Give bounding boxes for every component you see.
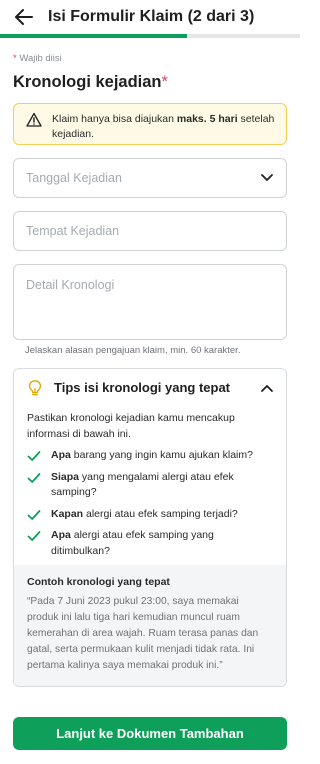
- tips-intro: Pastikan kronologi kejadian kamu mencaku…: [27, 412, 235, 440]
- check-icon: [27, 472, 41, 483]
- alert-text-bold: maks. 5 hari: [176, 113, 238, 125]
- page-title: Isi Formulir Klaim (2 dari 3): [48, 8, 255, 25]
- tip-item-keyword: Apa: [51, 449, 71, 461]
- deadline-alert: Klaim hanya bisa diajukan maks. 5 hari s…: [13, 103, 287, 145]
- tip-item-text: Apa barang yang ingin kamu ajukan klaim?: [51, 448, 253, 464]
- tips-title: Tips isi kronologi yang tepat: [54, 380, 231, 395]
- tip-item-rest: alergi atau efek samping yang ditimbulka…: [51, 529, 214, 557]
- required-note-text: Wajib diisi: [19, 53, 62, 64]
- section-required-star: *: [161, 73, 168, 91]
- tips-checklist: Apa barang yang ingin kamu ajukan klaim?…: [27, 448, 273, 559]
- alert-text: Klaim hanya bisa diajukan maks. 5 hari s…: [52, 112, 278, 142]
- incident-detail-textarea[interactable]: Detail Kronologi: [13, 264, 287, 340]
- tip-item-text: Kapan alergi atau efek samping terjadi?: [51, 507, 238, 523]
- tip-item-keyword: Siapa: [51, 470, 80, 483]
- form-progress-fill: [0, 34, 187, 38]
- required-note: * Wajib diisi: [13, 53, 287, 64]
- section-title: Kronologi kejadian*: [13, 73, 287, 92]
- warning-icon: [26, 112, 42, 127]
- tip-item-rest: barang yang ingin kamu ajukan klaim?: [70, 449, 253, 461]
- form-content: * Wajib diisi Kronologi kejadian* Klaim …: [0, 53, 300, 687]
- tips-panel: Tips isi kronologi yang tepat Pastikan k…: [13, 368, 287, 687]
- tip-item-rest: yang mengalami alergi atau efek samping?: [51, 470, 234, 499]
- check-icon: [27, 531, 41, 541]
- detail-helper-text: Jelaskan alasan pengajuan klaim, min. 60…: [25, 345, 241, 356]
- check-icon: [27, 451, 41, 461]
- incident-detail-placeholder: Detail Kronologi: [26, 278, 115, 292]
- tip-item-text: Apa alergi atau efek samping yang ditimb…: [51, 528, 273, 559]
- incident-date-dropdown[interactable]: Tanggal Kejadian: [13, 158, 287, 198]
- chevron-up-icon: [261, 384, 273, 392]
- tip-item: Kapan alergi atau efek samping terjadi?: [27, 507, 273, 523]
- incident-date-placeholder: Tanggal Kejadian: [26, 171, 122, 185]
- form-progress-bar: [0, 34, 300, 38]
- tip-item: Apa alergi atau efek samping yang ditimb…: [27, 528, 273, 559]
- app-header: Isi Formulir Klaim (2 dari 3): [0, 0, 300, 34]
- arrow-left-icon: [15, 9, 33, 25]
- alert-text-before: Klaim hanya bisa diajukan: [52, 113, 177, 125]
- back-button[interactable]: [14, 7, 34, 27]
- tip-item-keyword: Kapan: [51, 507, 84, 520]
- incident-place-input[interactable]: Tempat Kejadian: [13, 211, 287, 251]
- tip-item-text: Siapa yang mengalami alergi atau efek sa…: [51, 470, 273, 501]
- section-title-text: Kronologi kejadian: [13, 73, 162, 91]
- tip-item-rest: alergi atau efek samping terjadi?: [83, 507, 238, 520]
- tip-item: Apa barang yang ingin kamu ajukan klaim?: [27, 448, 273, 464]
- continue-button[interactable]: Lanjut ke Dokumen Tambahan: [13, 717, 287, 750]
- check-icon: [27, 509, 41, 520]
- tips-header: Tips isi kronologi yang tepat: [26, 379, 230, 397]
- chevron-down-icon: [261, 174, 273, 181]
- tips-body: Pastikan kronologi kejadian kamu mencaku…: [14, 406, 286, 559]
- tip-item-keyword: Apa: [51, 529, 71, 541]
- example-text: “Pada 7 Juni 2023 pukul 23:00, saya mema…: [27, 596, 259, 671]
- example-title: Contoh kronologi yang tepat: [27, 576, 170, 588]
- tips-toggle[interactable]: Tips isi kronologi yang tepat: [14, 369, 286, 406]
- required-star: *: [13, 53, 17, 64]
- tip-item: Siapa yang mengalami alergi atau efek sa…: [27, 470, 273, 501]
- incident-place-placeholder: Tempat Kejadian: [26, 224, 120, 238]
- example-box: Contoh kronologi yang tepat “Pada 7 Juni…: [14, 565, 286, 686]
- lightbulb-icon: [28, 379, 42, 395]
